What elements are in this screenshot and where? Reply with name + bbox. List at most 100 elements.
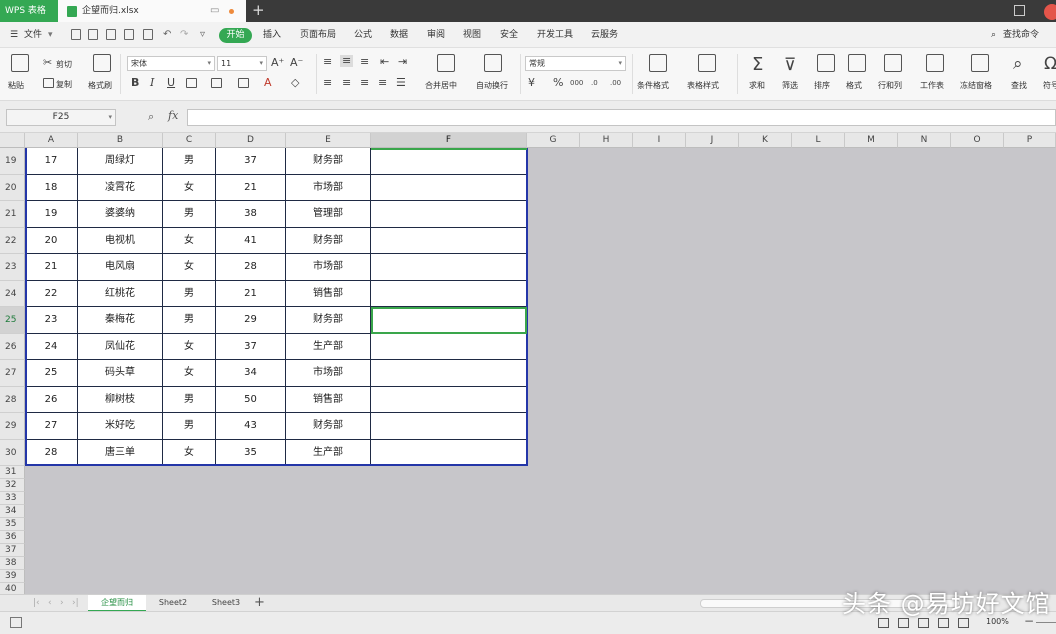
undo-icon[interactable]: ↶ [163, 22, 171, 48]
cell-department[interactable]: 财务部 [286, 307, 371, 334]
find-button[interactable]: 查找 [1011, 80, 1027, 91]
column-header-e[interactable]: E [286, 133, 371, 148]
window-restore-icon[interactable] [1014, 5, 1025, 16]
cell-index[interactable]: 19 [25, 201, 78, 228]
cell-gender[interactable]: 男 [163, 307, 216, 334]
column-header-m[interactable]: M [845, 133, 898, 148]
row-header-19[interactable]: 19 [0, 148, 25, 175]
cell-age[interactable]: 50 [216, 386, 286, 413]
sort-icon[interactable] [817, 54, 835, 72]
cell-index[interactable]: 27 [25, 413, 78, 440]
cell-name[interactable]: 周绿灯 [78, 148, 163, 175]
cell-name[interactable]: 米好吃 [78, 413, 163, 440]
row-header-33[interactable]: 33 [0, 492, 25, 505]
cell-age[interactable]: 38 [216, 201, 286, 228]
search-icon[interactable]: ⌕ [991, 22, 996, 48]
formula-input[interactable] [187, 109, 1056, 126]
fullscreen-icon[interactable] [958, 618, 969, 628]
file-menu[interactable]: 文件 [24, 22, 42, 48]
borders-icon[interactable] [186, 78, 197, 88]
cell-index[interactable]: 17 [25, 148, 78, 175]
row-header-32[interactable]: 32 [0, 479, 25, 492]
column-header-d[interactable]: D [216, 133, 286, 148]
cell-age[interactable]: 43 [216, 413, 286, 440]
filter-icon[interactable]: ⊽ [784, 55, 796, 75]
tab-formulas[interactable]: 公式 [354, 22, 372, 48]
symbol-icon[interactable]: Ω [1044, 54, 1056, 74]
cell-age[interactable]: 35 [216, 439, 286, 466]
cell-index[interactable]: 26 [25, 386, 78, 413]
row-header-30[interactable]: 30 [0, 439, 25, 466]
fill-color-icon[interactable] [211, 78, 222, 88]
conditional-format-button[interactable]: 条件格式 [637, 80, 669, 91]
column-header-o[interactable]: O [951, 133, 1004, 148]
cell-name[interactable]: 电视机 [78, 227, 163, 254]
align-bottom-icon[interactable]: ≡ [360, 56, 369, 68]
format-painter-icon[interactable] [93, 54, 111, 72]
cell-empty-f[interactable] [371, 386, 527, 413]
tab-home[interactable]: 开始 [219, 28, 252, 43]
zoom-slider[interactable] [1036, 622, 1056, 623]
cell-index[interactable]: 21 [25, 254, 78, 281]
cell-age[interactable]: 21 [216, 280, 286, 307]
prev-sheet-icon[interactable]: ‹ [48, 595, 52, 611]
row-header-29[interactable]: 29 [0, 413, 25, 440]
cell-gender[interactable]: 女 [163, 254, 216, 281]
first-sheet-icon[interactable]: |‹ [33, 595, 40, 611]
cell-age[interactable]: 21 [216, 174, 286, 201]
column-header-n[interactable]: N [898, 133, 951, 148]
indent-increase-icon[interactable]: ⇥ [398, 56, 407, 68]
row-header-23[interactable]: 23 [0, 254, 25, 281]
cell-name[interactable]: 电风扇 [78, 254, 163, 281]
thousands-icon[interactable]: 000 [570, 77, 583, 89]
number-format-select[interactable]: 常规 ▾ [525, 56, 626, 71]
conditional-format-icon[interactable] [649, 54, 667, 72]
cell-name[interactable]: 唐三单 [78, 439, 163, 466]
name-box[interactable]: F25 ▾ [6, 109, 116, 126]
clear-format-icon[interactable]: ◇ [291, 77, 299, 89]
user-avatar[interactable] [1044, 4, 1056, 20]
fill-bucket-icon[interactable] [238, 78, 249, 88]
cell-index[interactable]: 20 [25, 227, 78, 254]
align-middle-icon[interactable]: ≡ [340, 55, 354, 67]
cell-empty-f[interactable] [371, 280, 527, 307]
page-layout-view-icon[interactable] [898, 618, 909, 628]
monitor-icon[interactable]: ▭ [210, 0, 219, 22]
search-command[interactable]: 查找命令 [1003, 22, 1039, 48]
sheet-tab-sheet3[interactable]: Sheet3 [203, 595, 249, 612]
cell-name[interactable]: 秦梅花 [78, 307, 163, 334]
cell-name[interactable]: 码头草 [78, 360, 163, 387]
column-header-c[interactable]: C [163, 133, 216, 148]
format-painter-button[interactable]: 格式刷 [88, 80, 112, 91]
cell-age[interactable]: 28 [216, 254, 286, 281]
last-sheet-icon[interactable]: ›| [72, 595, 79, 611]
cell-department[interactable]: 生产部 [286, 439, 371, 466]
row-header-37[interactable]: 37 [0, 544, 25, 557]
table-style-icon[interactable] [698, 54, 716, 72]
row-header-39[interactable]: 39 [0, 570, 25, 583]
cell-empty-f[interactable] [371, 174, 527, 201]
cell-department[interactable]: 生产部 [286, 333, 371, 360]
freeze-button[interactable]: 冻结窗格 [960, 80, 992, 91]
customize-icon[interactable]: ▿ [200, 22, 205, 48]
rows-cols-button[interactable]: 行和列 [878, 80, 902, 91]
indent-decrease-icon[interactable]: ⇤ [380, 56, 389, 68]
cell-empty-f[interactable] [371, 227, 527, 254]
increase-decimal-icon[interactable]: .0 [591, 77, 598, 89]
cell-age[interactable]: 29 [216, 307, 286, 334]
row-header-28[interactable]: 28 [0, 386, 25, 413]
normal-view-icon[interactable] [878, 618, 889, 628]
export-pdf-icon[interactable] [106, 29, 116, 40]
cell-empty-f[interactable] [371, 148, 527, 175]
tab-review[interactable]: 审阅 [427, 22, 445, 48]
cell-gender[interactable]: 女 [163, 227, 216, 254]
cell-department[interactable]: 销售部 [286, 280, 371, 307]
cut-icon[interactable]: ✂ [43, 57, 52, 69]
row-header-25[interactable]: 25 [0, 307, 25, 334]
align-left-icon[interactable]: ≡ [323, 77, 332, 89]
copy-icon[interactable] [43, 78, 54, 88]
font-size-select[interactable]: 11 ▾ [217, 56, 267, 71]
menu-icon[interactable]: ☰ [10, 22, 18, 48]
underline-button[interactable]: U [167, 77, 175, 89]
add-sheet-button[interactable]: + [254, 595, 265, 610]
